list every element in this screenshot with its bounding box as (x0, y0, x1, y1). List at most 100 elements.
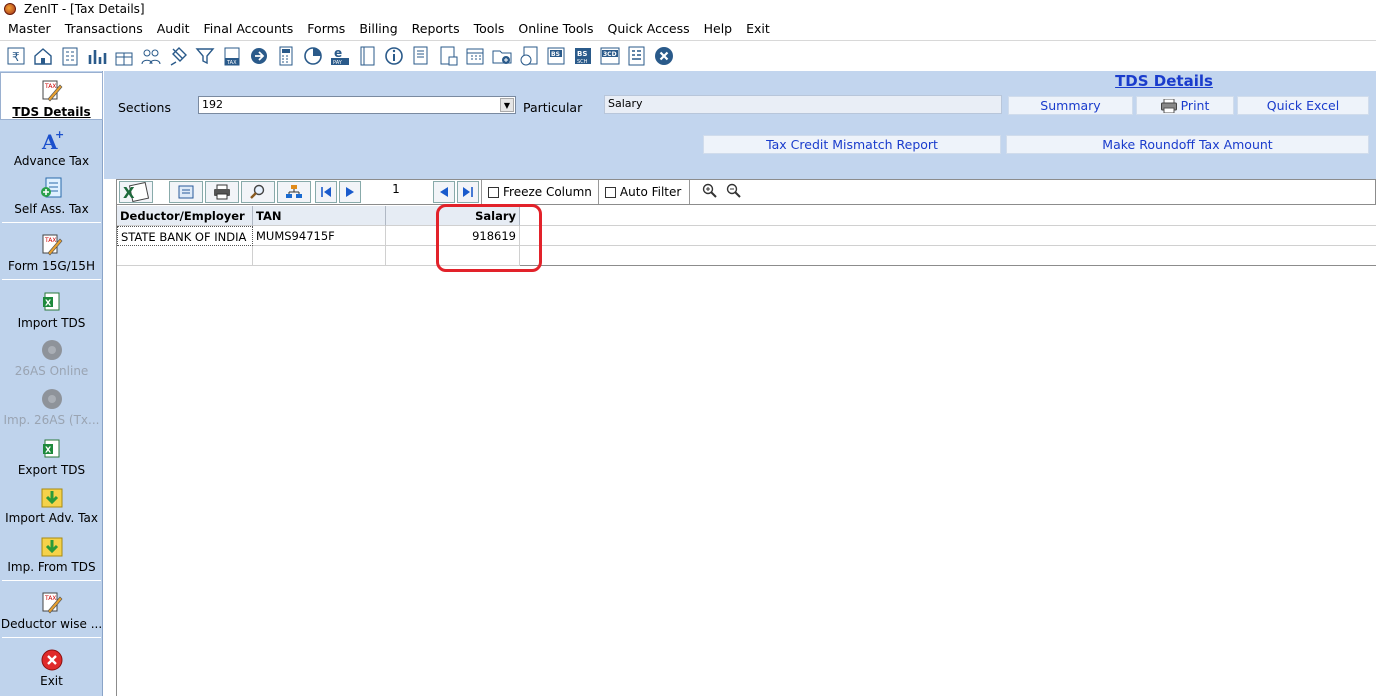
menu-billing[interactable]: Billing (352, 21, 404, 36)
folder-add-icon[interactable] (489, 43, 515, 69)
excel-icon: X (42, 439, 59, 458)
table-row[interactable]: STATE BANK OF INDIA MUMS94715F 918619 (117, 226, 1376, 246)
first-page-icon[interactable] (315, 181, 337, 203)
zoom-in-icon[interactable] (700, 183, 718, 202)
gift-icon[interactable] (111, 43, 137, 69)
cell-deductor[interactable]: STATE BANK OF INDIA (117, 226, 253, 246)
menu-forms[interactable]: Forms (300, 21, 352, 36)
search-icon[interactable] (241, 181, 275, 203)
freeze-column-checkbox[interactable]: Freeze Column (488, 185, 592, 199)
menu-master[interactable]: Master (1, 21, 58, 36)
sidebar-item-form-15g-15h[interactable]: TAX Form 15G/15H (0, 233, 103, 273)
pie-icon[interactable] (300, 43, 326, 69)
particular-label: Particular (523, 100, 583, 115)
menu-quick-access[interactable]: Quick Access (600, 21, 696, 36)
page-number[interactable]: 1 (361, 182, 431, 196)
copy-icon[interactable] (169, 181, 203, 203)
filter-icon[interactable] (192, 43, 218, 69)
sidebar-item-tds-details[interactable]: TAX TDS Details (0, 72, 103, 120)
last-page-icon[interactable] (457, 181, 479, 203)
svg-text:e: e (334, 46, 342, 60)
printer-icon (1160, 98, 1177, 113)
menu-reports[interactable]: Reports (405, 21, 467, 36)
prev-page-icon[interactable] (433, 181, 455, 203)
info-icon[interactable] (381, 43, 407, 69)
svg-text:X: X (45, 446, 52, 455)
title-bar: ZenIT - [Tax Details] (0, 0, 1376, 17)
bs-sch-icon[interactable]: BS SCH (570, 43, 596, 69)
menu-tools[interactable]: Tools (467, 21, 512, 36)
menu-transactions[interactable]: Transactions (58, 21, 150, 36)
hierarchy-icon[interactable] (277, 181, 311, 203)
excel-icon: X (42, 292, 59, 311)
print-button[interactable]: Print (1136, 96, 1234, 115)
make-roundoff-button[interactable]: Make Roundoff Tax Amount (1006, 135, 1369, 154)
pin-icon[interactable] (165, 43, 191, 69)
main-panel: TDS Details Sections 192 ▼ Particular Sa… (104, 71, 1376, 696)
sidebar-item-imp-26as[interactable]: Imp. 26AS (Tx... (0, 387, 103, 427)
sidebar-item-import-tds[interactable]: X Import TDS (0, 290, 103, 330)
sidebar-item-26as-online[interactable]: 26AS Online (0, 338, 103, 378)
shield-icon[interactable] (246, 43, 272, 69)
quick-excel-button[interactable]: Quick Excel (1237, 96, 1369, 115)
tds-grid: Deductor/Employer TAN Salary STATE BANK … (116, 205, 1376, 696)
sections-combo[interactable]: 192 ▼ (198, 96, 516, 114)
column-header-deductor[interactable]: Deductor/Employer (117, 206, 253, 226)
book-icon[interactable] (354, 43, 380, 69)
bar-chart-icon[interactable] (84, 43, 110, 69)
sidebar-item-import-adv-tax[interactable]: Import Adv. Tax (0, 485, 103, 525)
3cd-icon[interactable]: 3CD (597, 43, 623, 69)
print-icon[interactable] (205, 181, 239, 203)
cell-tan[interactable]: MUMS94715F (253, 226, 386, 246)
next-page-icon[interactable] (339, 181, 361, 203)
tax-pencil-icon: TAX (42, 592, 62, 614)
rupee-icon[interactable]: ₹ (3, 43, 29, 69)
close-circle-icon[interactable] (651, 43, 677, 69)
summary-button[interactable]: Summary (1008, 96, 1133, 115)
cell-tan[interactable] (253, 246, 386, 266)
menu-final-accounts[interactable]: Final Accounts (197, 21, 301, 36)
chevron-down-icon[interactable]: ▼ (500, 98, 514, 112)
svg-text:3CD: 3CD (603, 51, 617, 58)
particular-field[interactable]: Salary (604, 95, 1002, 114)
excel-export-icon[interactable]: X (119, 181, 153, 203)
auto-filter-checkbox[interactable]: Auto Filter (604, 185, 682, 199)
epay-icon[interactable]: e PAY (327, 43, 353, 69)
home-icon[interactable] (30, 43, 56, 69)
bs-icon[interactable]: BS (543, 43, 569, 69)
calculator-icon[interactable] (273, 43, 299, 69)
sheet-icon[interactable] (408, 43, 434, 69)
sidebar-item-self-ass-tax[interactable]: Self Ass. Tax (0, 176, 103, 216)
sheet-stats-icon[interactable] (435, 43, 461, 69)
svg-text:₹: ₹ (12, 50, 20, 64)
form-icon[interactable] (624, 43, 650, 69)
sidebar-item-label: Self Ass. Tax (14, 202, 89, 216)
sidebar-divider (2, 222, 101, 223)
sidebar-item-deductor-wise[interactable]: TAX Deductor wise ... (0, 591, 103, 631)
document-icon[interactable] (516, 43, 542, 69)
sidebar-item-imp-from-tds[interactable]: Imp. From TDS (0, 534, 103, 574)
menu-exit[interactable]: Exit (739, 21, 777, 36)
tax-credit-mismatch-button[interactable]: Tax Credit Mismatch Report (703, 135, 1001, 154)
auto-filter-label: Auto Filter (619, 185, 682, 199)
svg-text:+: + (55, 128, 64, 141)
tax-icon[interactable]: TAX (219, 43, 245, 69)
building-icon[interactable] (57, 43, 83, 69)
column-header-tan[interactable]: TAN (253, 206, 386, 226)
sidebar-item-label: Imp. From TDS (7, 560, 96, 574)
table-row[interactable] (117, 246, 1376, 266)
calendar-icon[interactable] (462, 43, 488, 69)
menu-help[interactable]: Help (697, 21, 740, 36)
checkbox-box (604, 186, 616, 198)
menu-audit[interactable]: Audit (150, 21, 197, 36)
tax-pencil-icon: TAX (42, 80, 62, 102)
grid-header-filler (520, 206, 1376, 226)
zoom-out-icon[interactable] (724, 183, 742, 202)
people-icon[interactable] (138, 43, 164, 69)
a-plus-icon: A+ (41, 128, 64, 152)
sidebar-item-exit[interactable]: Exit (0, 648, 103, 688)
cell-deductor[interactable] (117, 246, 253, 266)
sidebar-item-export-tds[interactable]: X Export TDS (0, 437, 103, 477)
menu-online-tools[interactable]: Online Tools (511, 21, 600, 36)
sidebar-item-advance-tax[interactable]: A + Advance Tax (0, 128, 103, 168)
